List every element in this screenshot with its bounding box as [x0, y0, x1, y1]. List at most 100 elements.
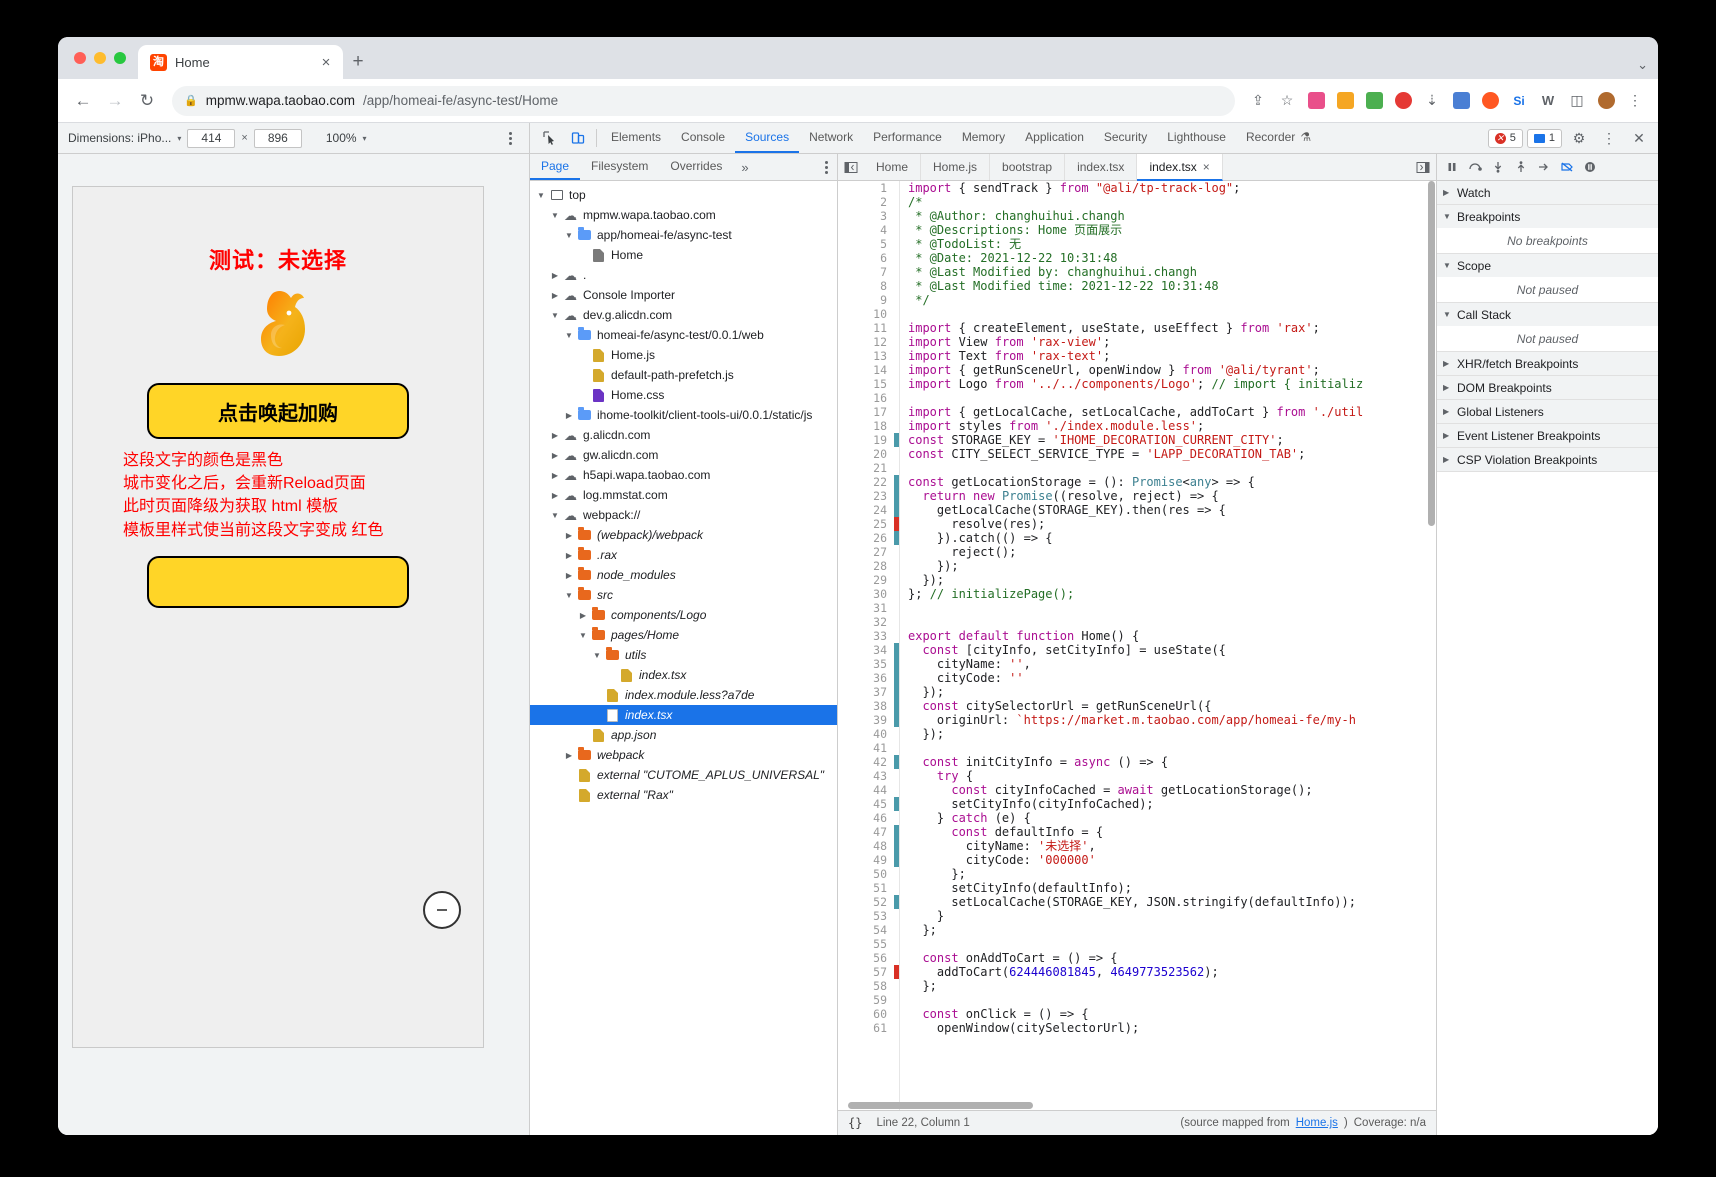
- navigator-tab-page[interactable]: Page: [530, 154, 581, 180]
- code-line[interactable]: reject();: [900, 545, 1436, 559]
- add-to-cart-button[interactable]: 点击唤起加购: [147, 383, 409, 439]
- chevron-down-icon[interactable]: ⌄: [1637, 57, 1648, 73]
- message-count-badge[interactable]: 1: [1526, 128, 1562, 148]
- code-line[interactable]: import Logo from '../../components/Logo'…: [900, 377, 1436, 391]
- file-tree-row[interactable]: external "CUTOME_APLUS_UNIVERSAL": [530, 765, 837, 785]
- code-line[interactable]: getLocalCache(STORAGE_KEY).then(res => {: [900, 503, 1436, 517]
- code-line[interactable]: import { sendTrack } from "@ali/tp-track…: [900, 181, 1436, 195]
- line-number[interactable]: 37: [838, 685, 894, 699]
- tab-console[interactable]: Console: [671, 123, 735, 153]
- file-tree-row[interactable]: ▶ ☁ Console Importer: [530, 285, 837, 305]
- line-number[interactable]: 16: [838, 391, 894, 405]
- code-line[interactable]: * @Date: 2021-12-22 10:31:48: [900, 251, 1436, 265]
- code-line[interactable]: cityName: '',: [900, 657, 1436, 671]
- line-number[interactable]: 42: [838, 755, 894, 769]
- step-icon[interactable]: [1533, 156, 1555, 178]
- line-number[interactable]: 12: [838, 335, 894, 349]
- code-line[interactable]: });: [900, 727, 1436, 741]
- code-line[interactable]: return new Promise((resolve, reject) => …: [900, 489, 1436, 503]
- tab-sources[interactable]: Sources: [735, 123, 800, 153]
- viewport-height-input[interactable]: 896: [253, 128, 302, 148]
- twisty-icon[interactable]: ▼: [548, 311, 562, 320]
- twisty-icon[interactable]: ▼: [562, 331, 576, 340]
- twisty-icon[interactable]: ▶: [562, 531, 576, 540]
- line-number[interactable]: 26: [838, 531, 894, 545]
- line-number[interactable]: 44: [838, 783, 894, 797]
- extension-circle-icon[interactable]: [1477, 88, 1503, 114]
- code-line[interactable]: [900, 615, 1436, 629]
- line-number[interactable]: 6: [838, 251, 894, 265]
- step-into-icon[interactable]: [1487, 156, 1509, 178]
- gear-icon[interactable]: ⚙: [1566, 125, 1592, 151]
- line-number[interactable]: 49: [838, 853, 894, 867]
- profile-avatar-icon[interactable]: [1593, 88, 1619, 114]
- code-line[interactable]: const CITY_SELECT_SERVICE_TYPE = 'LAPP_D…: [900, 447, 1436, 461]
- code-line[interactable]: [900, 601, 1436, 615]
- code-line[interactable]: import styles from './index.module.less'…: [900, 419, 1436, 433]
- code-line[interactable]: }).catch(() => {: [900, 531, 1436, 545]
- code-line[interactable]: }: [900, 909, 1436, 923]
- chevron-right-icon[interactable]: ▶: [1443, 407, 1453, 416]
- twisty-icon[interactable]: ▶: [576, 611, 590, 620]
- twisty-icon[interactable]: ▶: [548, 271, 562, 280]
- file-tree-row[interactable]: external "Rax": [530, 785, 837, 805]
- file-tree-row[interactable]: Home: [530, 245, 837, 265]
- line-number[interactable]: 27: [838, 545, 894, 559]
- line-number[interactable]: 50: [838, 867, 894, 881]
- file-tree-row[interactable]: ▶ ☁ gw.alicdn.com: [530, 445, 837, 465]
- code-line[interactable]: setLocalCache(STORAGE_KEY, JSON.stringif…: [900, 895, 1436, 909]
- pretty-print-button[interactable]: {}: [848, 1116, 862, 1130]
- file-tree-row[interactable]: Home.js: [530, 345, 837, 365]
- twisty-icon[interactable]: ▶: [548, 291, 562, 300]
- inspect-element-icon[interactable]: [536, 123, 564, 153]
- side-panel-icon[interactable]: ◫: [1564, 88, 1590, 114]
- code-line[interactable]: import { getRunSceneUrl, openWindow } fr…: [900, 363, 1436, 377]
- twisty-icon[interactable]: ▼: [576, 631, 590, 640]
- line-number[interactable]: 19: [838, 433, 894, 447]
- code-line[interactable]: import { createElement, useState, useEff…: [900, 321, 1436, 335]
- file-tree-row[interactable]: ▶ ☁ h5api.wapa.taobao.com: [530, 465, 837, 485]
- share-icon[interactable]: ⇪: [1245, 88, 1271, 114]
- collapse-toolbar-button[interactable]: [423, 891, 461, 929]
- code-line[interactable]: [900, 391, 1436, 405]
- line-number[interactable]: 58: [838, 979, 894, 993]
- twisty-icon[interactable]: ▼: [562, 591, 576, 600]
- extension-pink-icon[interactable]: [1303, 88, 1329, 114]
- file-tree-row[interactable]: ▼ src: [530, 585, 837, 605]
- file-tree-row[interactable]: Home.css: [530, 385, 837, 405]
- deactivate-breakpoints-icon[interactable]: [1556, 156, 1578, 178]
- file-tree-row[interactable]: ▼ app/homeai-fe/async-test: [530, 225, 837, 245]
- secondary-yellow-button[interactable]: [147, 555, 409, 608]
- code-line[interactable]: addToCart(624446081845, 4649773523562);: [900, 965, 1436, 979]
- line-number[interactable]: 30: [838, 587, 894, 601]
- twisty-icon[interactable]: ▶: [562, 571, 576, 580]
- line-number[interactable]: 14: [838, 363, 894, 377]
- line-number[interactable]: 4: [838, 223, 894, 237]
- code-line[interactable]: });: [900, 559, 1436, 573]
- line-number[interactable]: 47: [838, 825, 894, 839]
- debugger-section-header[interactable]: ▶ Watch: [1437, 181, 1658, 204]
- line-number[interactable]: 17: [838, 405, 894, 419]
- twisty-icon[interactable]: ▼: [534, 191, 548, 200]
- show-navigator-icon[interactable]: [838, 154, 864, 180]
- code-line[interactable]: [900, 741, 1436, 755]
- code-line[interactable]: import Text from 'rax-text';: [900, 349, 1436, 363]
- debugger-section-header[interactable]: ▶ XHR/fetch Breakpoints: [1437, 352, 1658, 375]
- code-line[interactable]: };: [900, 867, 1436, 881]
- line-number[interactable]: 33: [838, 629, 894, 643]
- chevron-down-icon[interactable]: ▼: [1443, 310, 1453, 319]
- extension-blue-icon[interactable]: [1448, 88, 1474, 114]
- close-icon[interactable]: ×: [1203, 160, 1210, 174]
- close-window-button[interactable]: [74, 52, 86, 64]
- code-line[interactable]: * @Last Modified time: 2021-12-22 10:31:…: [900, 279, 1436, 293]
- code-line[interactable]: [900, 993, 1436, 1007]
- code-line[interactable]: const defaultInfo = {: [900, 825, 1436, 839]
- line-number[interactable]: 5: [838, 237, 894, 251]
- code-line[interactable]: try {: [900, 769, 1436, 783]
- line-number[interactable]: 10: [838, 307, 894, 321]
- file-tree-row[interactable]: ▶ webpack: [530, 745, 837, 765]
- file-tree-row[interactable]: default-path-prefetch.js: [530, 365, 837, 385]
- code-line[interactable]: const getLocationStorage = (): Promise<a…: [900, 475, 1436, 489]
- line-number[interactable]: 43: [838, 769, 894, 783]
- line-number[interactable]: 28: [838, 559, 894, 573]
